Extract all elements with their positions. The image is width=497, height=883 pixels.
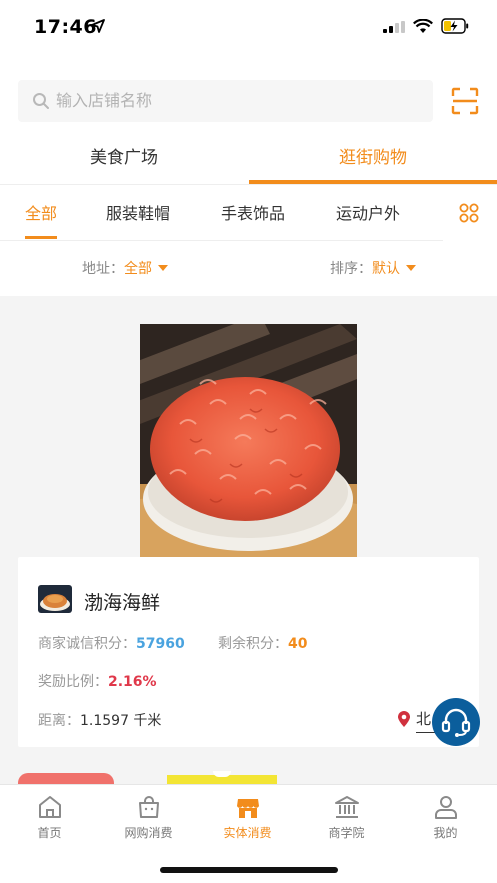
tab-in-store[interactable]: 实体消费 [198,793,297,841]
category-tab-all[interactable]: 全部 [25,200,57,224]
reward-ratio-value: 2.16% [108,674,157,690]
dropdown-arrow-icon [158,265,168,271]
category-tab-outdoor[interactable]: 运动户外 [336,200,400,224]
credit-score: 商家诚信积分：57960 [38,633,185,653]
location-link[interactable]: 北 [416,708,431,729]
search-input[interactable] [56,80,416,122]
shopping-bag-icon [138,796,159,818]
category-tab-clothing[interactable]: 服装鞋帽 [106,200,170,224]
tab-shopping[interactable]: 逛街购物 [249,133,497,183]
remaining-points-label: 剩余积分： [218,636,288,652]
distance-label: 距离： [38,713,80,729]
sort-filter-value: 默认 [372,261,400,277]
status-time: 17:46 [34,16,97,38]
grid-menu-icon[interactable] [459,203,479,223]
search-icon [33,93,49,109]
category-tab-watches[interactable]: 手表饰品 [221,200,285,224]
tab-business-school[interactable]: 商学院 [297,793,396,841]
category-active-indicator [25,236,57,239]
home-indicator [160,867,338,873]
main-tabs: 美食广场 逛街购物 [0,133,497,185]
reward-ratio-label: 奖励比例： [38,674,108,690]
category-tabs: 全部 服装鞋帽 手表饰品 运动户外 [0,186,497,240]
tab-online-shopping[interactable]: 网购消费 [99,793,198,841]
status-bar: 17:46 [0,0,497,52]
address-filter-value: 全部 [124,261,152,277]
shop-name: 渤海海鲜 [84,592,161,614]
remaining-points: 剩余积分：40 [218,633,307,653]
tab-food-plaza[interactable]: 美食广场 [0,133,248,183]
search-bar [18,80,433,122]
reward-ratio: 奖励比例：2.16% [38,671,157,691]
home-icon [38,796,61,818]
location-pin-icon [398,711,410,727]
remaining-points-value: 40 [288,636,308,652]
address-filter-label: 地址： [82,261,124,277]
tab-home-label: 首页 [37,826,62,840]
divider [0,240,443,241]
location-arrow-icon [91,19,105,33]
address-filter[interactable]: 地址：全部 [82,258,168,278]
customer-service-button[interactable] [432,698,480,746]
credit-score-value: 57960 [136,636,185,652]
tab-mine-label: 我的 [433,826,458,840]
wifi-icon [413,19,433,33]
tab-online-shopping-label: 网购消费 [124,826,173,840]
scan-icon[interactable] [451,87,479,115]
bank-icon [334,796,359,818]
tab-in-store-label: 实体消费 [223,826,272,840]
credit-score-label: 商家诚信积分： [38,636,136,652]
signal-icon [383,21,405,33]
divider [0,184,497,185]
dropdown-arrow-icon [406,265,416,271]
headset-icon [441,708,471,737]
battery-charging-icon [441,18,469,34]
tab-business-school-label: 商学院 [328,826,365,840]
sort-filter-label: 排序： [330,261,372,277]
tab-mine[interactable]: 我的 [396,793,495,841]
shop-card[interactable]: 渤海海鲜 商家诚信积分：57960 剩余积分：40 奖励比例：2.16% 距离：… [18,557,479,747]
shop-avatar [38,585,72,613]
distance-value: 1.1597 千米 [80,713,162,729]
shop-cover-image[interactable] [140,324,357,557]
distance: 距离：1.1597 千米 [38,710,161,730]
sort-filter[interactable]: 排序：默认 [330,258,416,278]
user-icon [434,796,457,819]
tab-home[interactable]: 首页 [0,793,99,841]
store-icon [236,799,259,818]
